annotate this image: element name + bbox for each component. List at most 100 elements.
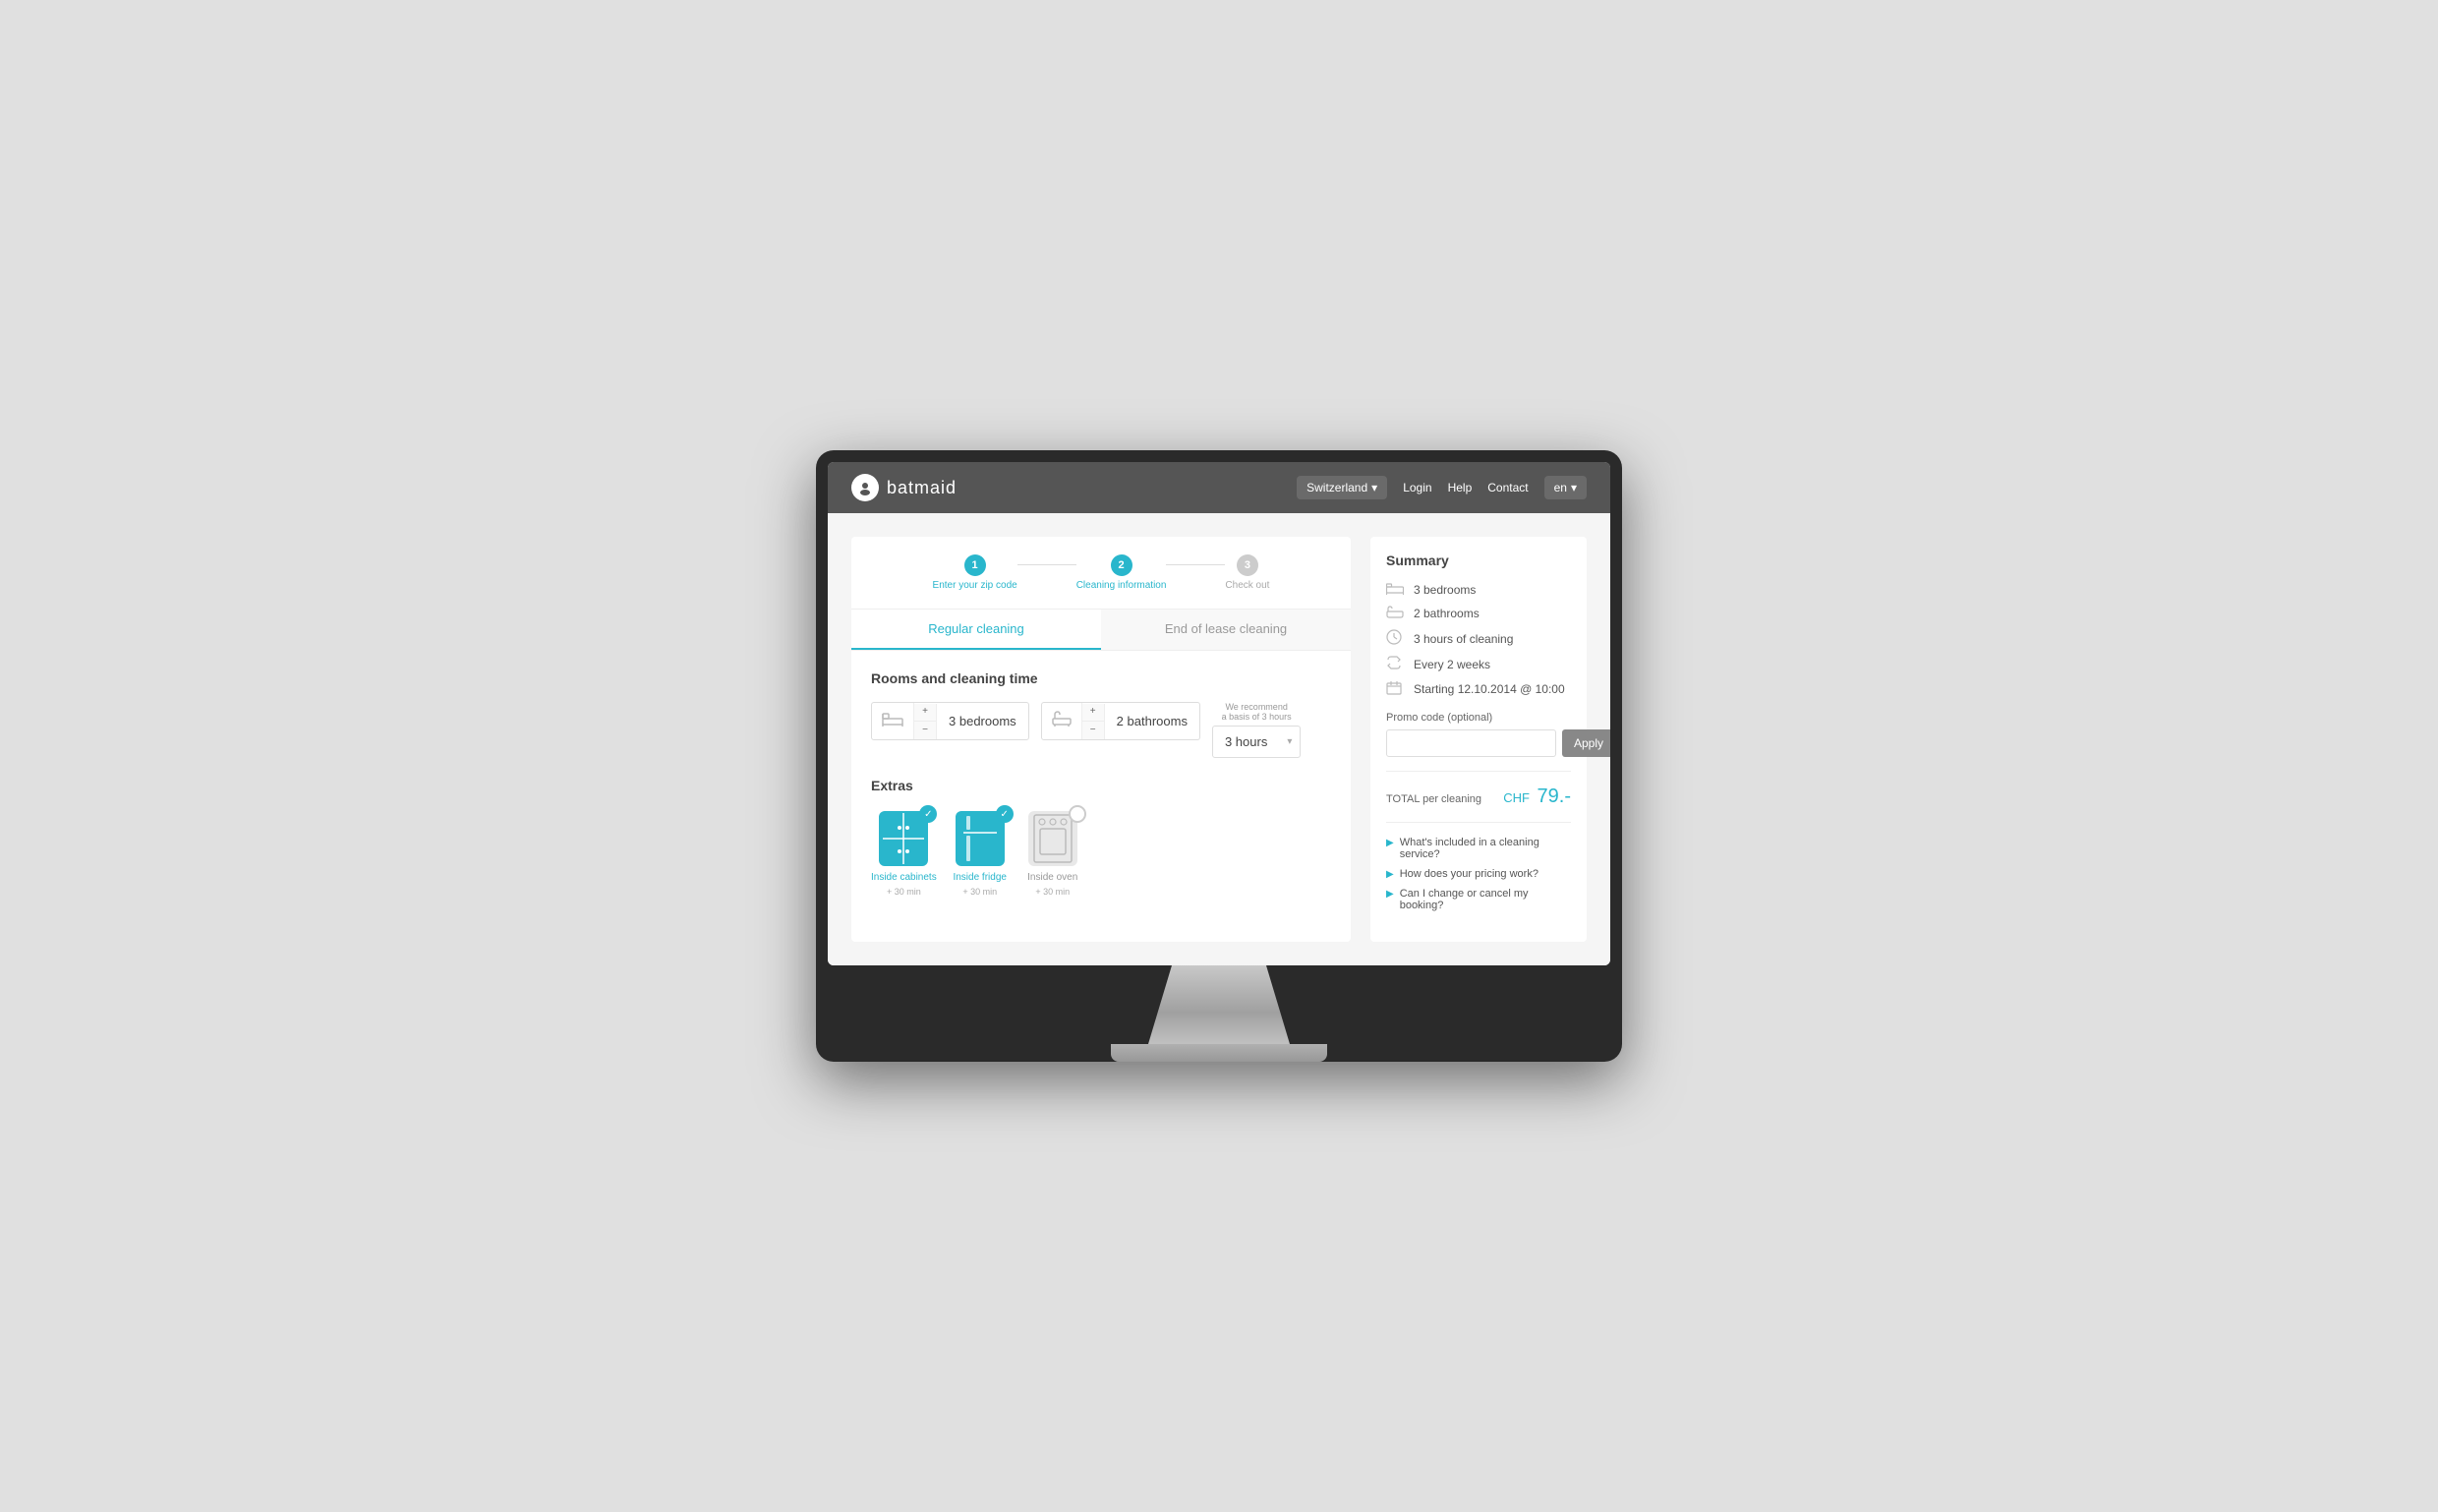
summary-frequency: Every 2 weeks <box>1386 656 1571 672</box>
form-content: Rooms and cleaning time <box>851 651 1351 916</box>
faq-arrow-2: ▶ <box>1386 869 1394 880</box>
header-nav: Switzerland ▾ Login Help Contact en ▾ <box>1297 476 1587 499</box>
promo-label: Promo code (optional) <box>1386 712 1571 724</box>
cabinets-label: Inside cabinets <box>871 872 937 883</box>
monitor: batmaid Switzerland ▾ Login Help Contact… <box>816 450 1622 1062</box>
step-1-circle: 1 <box>964 554 986 576</box>
logo-area: batmaid <box>851 474 957 501</box>
faq-item-3[interactable]: ▶ Can I change or cancel my booking? <box>1386 888 1571 911</box>
summary-bathrooms-text: 2 bathrooms <box>1414 607 1480 620</box>
hours-wrapper: We recommenda basis of 3 hours 3 hours ▾ <box>1212 702 1301 758</box>
summary-calendar-icon <box>1386 680 1406 698</box>
summary-repeat-icon <box>1386 656 1406 672</box>
summary-frequency-text: Every 2 weeks <box>1414 658 1490 671</box>
app-body: 1 Enter your zip code 2 Cleaning informa… <box>828 513 1610 965</box>
app-header: batmaid Switzerland ▾ Login Help Contact… <box>828 462 1610 513</box>
step-1: 1 Enter your zip code <box>933 554 1017 591</box>
left-panel: 1 Enter your zip code 2 Cleaning informa… <box>851 537 1351 942</box>
monitor-base <box>1111 1044 1327 1062</box>
bedrooms-stepper: + − <box>914 704 937 739</box>
total-amount: 79.- <box>1538 785 1571 807</box>
promo-row: Apply <box>1386 729 1571 757</box>
step-3-circle: 3 <box>1237 554 1258 576</box>
summary-bedrooms: 3 bedrooms <box>1386 582 1571 598</box>
step-2-circle: 2 <box>1111 554 1132 576</box>
monitor-screen: batmaid Switzerland ▾ Login Help Contact… <box>828 462 1610 965</box>
fridge-label: Inside fridge <box>953 872 1006 883</box>
tab-regular-cleaning[interactable]: Regular cleaning <box>851 610 1101 650</box>
bedrooms-control: + − 3 bedrooms <box>871 702 1029 740</box>
oven-label: Inside oven <box>1027 872 1077 883</box>
lang-selector[interactable]: en ▾ <box>1544 476 1587 499</box>
cleaning-tabs: Regular cleaning End of lease cleaning <box>851 610 1351 651</box>
summary-hours: 3 hours of cleaning <box>1386 629 1571 648</box>
bathrooms-control: + − 2 bathrooms <box>1041 702 1200 740</box>
contact-link[interactable]: Contact <box>1487 481 1528 494</box>
extras-title: Extras <box>871 778 1331 793</box>
fridge-time: + 30 min <box>962 887 997 897</box>
hours-dropdown-icon[interactable]: ▾ <box>1279 728 1300 755</box>
faq-text-2: How does your pricing work? <box>1400 868 1538 880</box>
oven-icon-wrap <box>1023 809 1082 868</box>
tab-end-of-lease[interactable]: End of lease cleaning <box>1101 610 1351 650</box>
bathrooms-decrement[interactable]: − <box>1082 722 1104 739</box>
country-selector[interactable]: Switzerland ▾ <box>1297 476 1387 499</box>
bathrooms-value: 2 bathrooms <box>1105 714 1199 728</box>
bedrooms-decrement[interactable]: − <box>914 722 936 739</box>
cabinets-icon-wrap: ✓ <box>874 809 933 868</box>
faq-arrow-1: ▶ <box>1386 838 1394 848</box>
oven-circle-icon <box>1069 805 1086 823</box>
summary-hours-text: 3 hours of cleaning <box>1414 632 1513 646</box>
step-connector-1 <box>1017 564 1076 565</box>
promo-input[interactable] <box>1386 729 1556 757</box>
bathrooms-increment[interactable]: + <box>1082 704 1104 722</box>
faq-text-3: Can I change or cancel my booking? <box>1400 888 1571 911</box>
bathrooms-stepper: + − <box>1082 704 1105 739</box>
step-2: 2 Cleaning information <box>1076 554 1167 591</box>
extra-fridge[interactable]: ✓ Inside fridge + 30 min <box>951 809 1010 897</box>
chevron-down-icon: ▾ <box>1371 481 1377 494</box>
hours-control: 3 hours ▾ <box>1212 726 1301 758</box>
total-row: TOTAL per cleaning CHF 79.- <box>1386 771 1571 808</box>
extra-cabinets[interactable]: ✓ Inside cabinets + 30 min <box>871 809 937 897</box>
summary-bedrooms-text: 3 bedrooms <box>1414 583 1476 597</box>
country-label: Switzerland <box>1306 481 1367 494</box>
step-3: 3 Check out <box>1225 554 1269 591</box>
login-link[interactable]: Login <box>1403 481 1431 494</box>
extras-grid: ✓ Inside cabinets + 30 min <box>871 809 1331 897</box>
total-price: CHF 79.- <box>1503 785 1571 808</box>
extra-oven[interactable]: Inside oven + 30 min <box>1023 809 1082 897</box>
bedrooms-increment[interactable]: + <box>914 704 936 722</box>
recommend-label: We recommenda basis of 3 hours <box>1212 702 1301 722</box>
summary-divider <box>1386 822 1571 823</box>
summary-date-text: Starting 12.10.2014 @ 10:00 <box>1414 682 1565 696</box>
chevron-down-icon-lang: ▾ <box>1571 481 1577 494</box>
fridge-icon-wrap: ✓ <box>951 809 1010 868</box>
rooms-section-title: Rooms and cleaning time <box>871 670 1331 686</box>
fridge-check-icon: ✓ <box>996 805 1014 823</box>
total-currency: CHF <box>1503 790 1530 805</box>
faq-item-2[interactable]: ▶ How does your pricing work? <box>1386 868 1571 880</box>
summary-bath-icon <box>1386 606 1406 621</box>
faq-arrow-3: ▶ <box>1386 889 1394 900</box>
monitor-stand <box>1140 965 1298 1044</box>
summary-clock-icon <box>1386 629 1406 648</box>
step-2-label: Cleaning information <box>1076 580 1167 591</box>
faq-item-1[interactable]: ▶ What's included in a cleaning service? <box>1386 837 1571 860</box>
step-3-label: Check out <box>1225 580 1269 591</box>
steps-bar: 1 Enter your zip code 2 Cleaning informa… <box>851 537 1351 610</box>
bed-icon <box>872 703 914 739</box>
lang-label: en <box>1554 481 1567 494</box>
apply-button[interactable]: Apply <box>1562 729 1610 757</box>
summary-panel: Summary 3 bedrooms <box>1370 537 1587 942</box>
bedrooms-value: 3 bedrooms <box>937 714 1028 728</box>
bath-icon <box>1042 703 1082 739</box>
step-1-label: Enter your zip code <box>933 580 1017 591</box>
total-label: TOTAL per cleaning <box>1386 793 1481 805</box>
oven-time: + 30 min <box>1035 887 1070 897</box>
step-connector-2 <box>1166 564 1225 565</box>
rooms-row: + − 3 bedrooms <box>871 702 1331 758</box>
help-link[interactable]: Help <box>1448 481 1473 494</box>
logo-text: batmaid <box>887 478 957 498</box>
summary-title: Summary <box>1386 552 1571 568</box>
